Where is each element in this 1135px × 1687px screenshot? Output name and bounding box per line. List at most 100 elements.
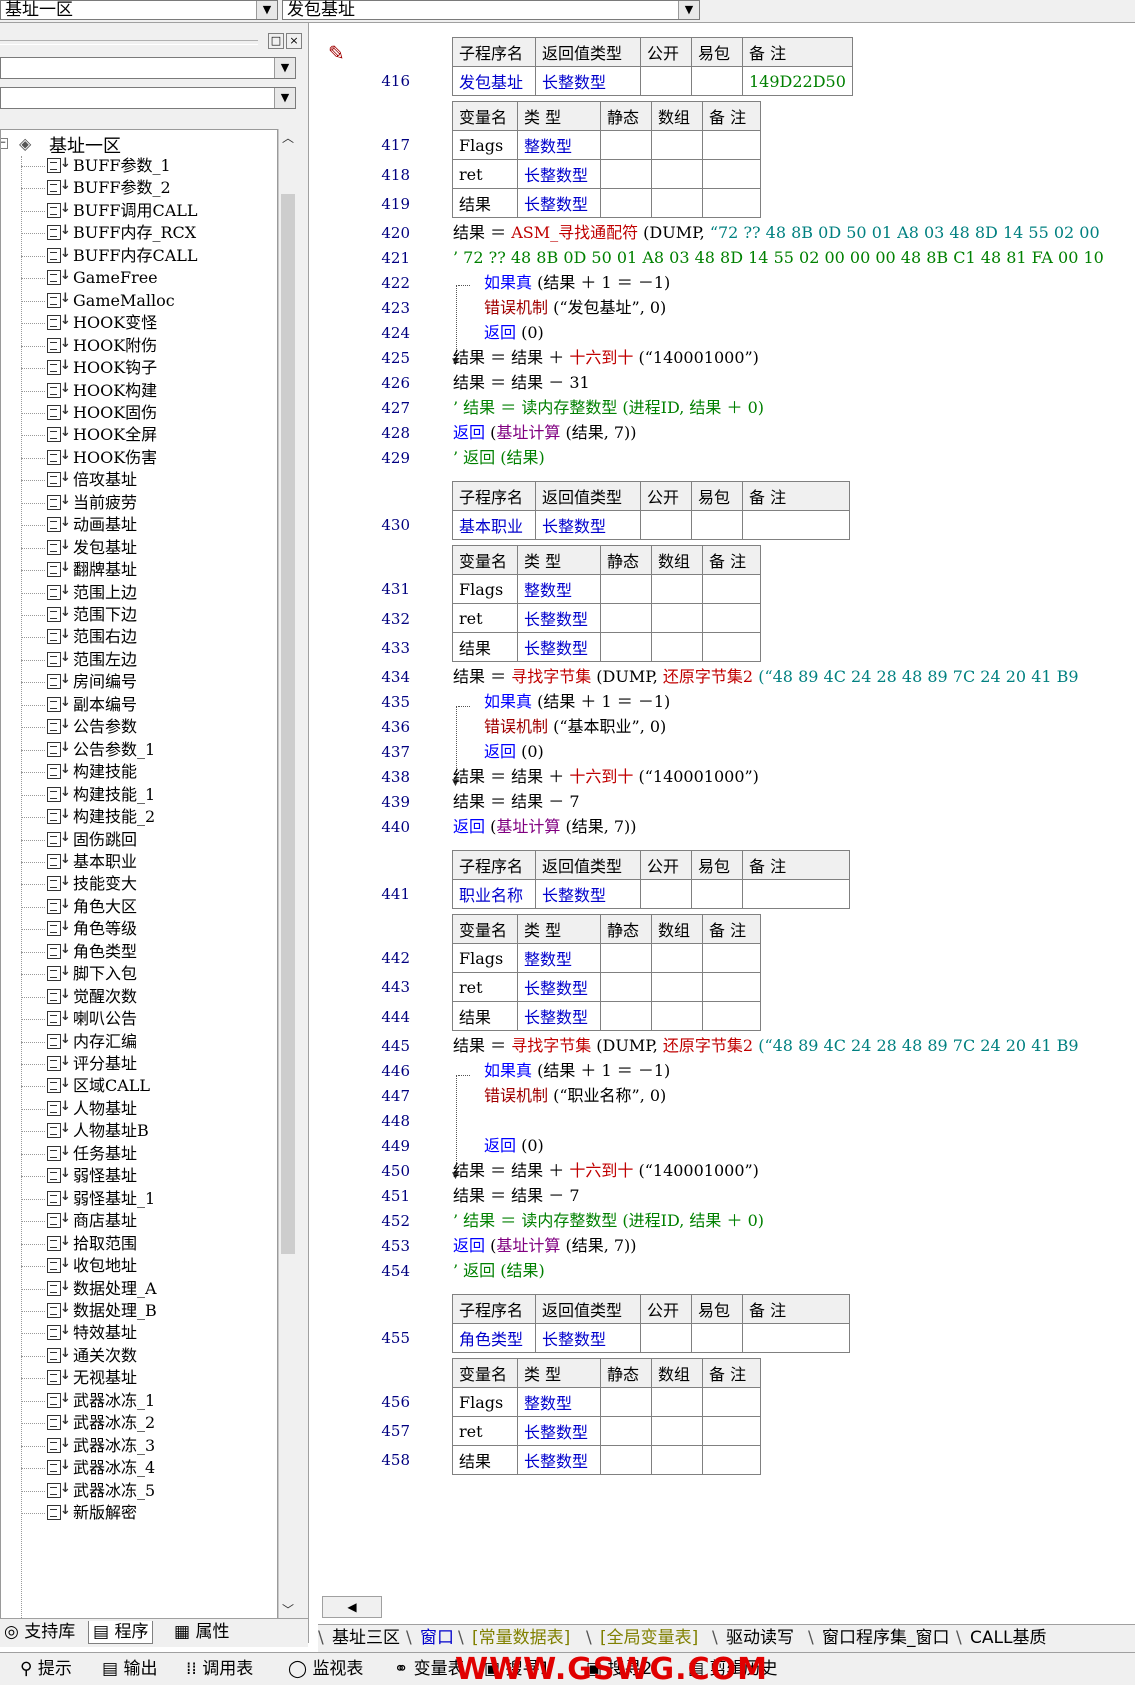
var-decl-table[interactable]: 变量名 类 型 静态 数组 备 注 Flags 整数型 ret 长整数型 结果 长整数…: [452, 1358, 761, 1475]
var-type-cell[interactable]: 整数型: [517, 943, 601, 973]
code-line[interactable]: 如果真 (结果 ＋ 1 ＝ －1): [484, 1060, 670, 1082]
comment-line[interactable]: ’ 结果 ＝ 读内存整数型 (进程ID, 结果 ＋ 0): [453, 1210, 764, 1232]
scroll-down-icon[interactable]: ﹀: [279, 1601, 297, 1619]
sub-name-cell[interactable]: 基本职业: [452, 510, 536, 540]
close-icon[interactable]: ×: [286, 33, 302, 49]
sub-type-cell[interactable]: 长整数型: [535, 66, 641, 96]
code-line[interactable]: 结果 ＝ 结果 ＋ 十六到十 (“140001000”): [453, 1160, 759, 1182]
filter-combo-2[interactable]: ▼: [0, 87, 296, 109]
var-decl-table[interactable]: 变量名 类 型 静态 数组 备 注 Flags 整数型 ret 长整数型 结果 长整数…: [452, 914, 761, 1031]
code-line[interactable]: 错误机制 (“职业名称”, 0): [484, 1085, 666, 1107]
var-name-cell[interactable]: ret: [452, 972, 518, 1002]
var-name-cell[interactable]: 结果: [452, 188, 518, 218]
tab-globals[interactable]: [全局变量表]: [586, 1627, 704, 1649]
code-line[interactable]: 返回 (0): [484, 741, 544, 763]
collapse-icon[interactable]: −: [1, 138, 8, 149]
tab-hint[interactable]: ⚲ 提示: [14, 1658, 78, 1680]
var-type-cell[interactable]: 整数型: [517, 130, 601, 160]
tab-output[interactable]: ▤ 输出: [96, 1658, 163, 1680]
scroll-thumb[interactable]: [281, 194, 295, 1254]
object-combo[interactable]: 基址一区 ▼: [0, 0, 278, 20]
sub-note-cell[interactable]: 149D22D50: [742, 66, 853, 96]
chevron-down-icon[interactable]: ▼: [678, 1, 699, 19]
chevron-down-icon[interactable]: ▼: [274, 88, 295, 108]
code-line[interactable]: 结果 ＝ 结果 － 7: [453, 791, 580, 813]
tab-base-zone-3[interactable]: 基址三区: [318, 1627, 406, 1649]
code-line[interactable]: 如果真 (结果 ＋ 1 ＝ －1): [484, 272, 670, 294]
comment-line[interactable]: ’ 返回 (结果): [453, 1260, 545, 1282]
tab-properties[interactable]: ▦ 属性: [170, 1621, 233, 1643]
pin-icon[interactable]: □: [268, 33, 284, 49]
tree-scrollbar[interactable]: ︿ ﹀: [278, 129, 297, 1619]
code-editor[interactable]: ✎ 子程序名 返回值类型 公开 易包 备 注 发包基址 长整数型 149D22D…: [318, 23, 1135, 1603]
var-name-cell[interactable]: 结果: [452, 1001, 518, 1031]
var-name-cell[interactable]: Flags: [452, 130, 518, 160]
code-line[interactable]: 返回 (0): [484, 322, 544, 344]
tab-window[interactable]: 窗口: [406, 1627, 460, 1649]
var-type-cell[interactable]: 长整数型: [517, 1445, 601, 1475]
tab-program[interactable]: ▤ 程序: [88, 1621, 154, 1644]
var-type-cell[interactable]: 整数型: [517, 1387, 601, 1417]
var-type-cell[interactable]: 长整数型: [517, 972, 601, 1002]
panel-grip[interactable]: [0, 40, 258, 45]
sub-decl-table[interactable]: 子程序名 返回值类型 公开 易包 备 注 职业名称 长整数型: [452, 850, 850, 909]
var-name-cell[interactable]: Flags: [452, 574, 518, 604]
tab-driver-rw[interactable]: 驱动读写: [712, 1627, 800, 1649]
subroutine-combo[interactable]: 发包基址 ▼: [282, 0, 700, 20]
sub-type-cell[interactable]: 长整数型: [535, 1323, 641, 1353]
code-line[interactable]: 结果 ＝ 寻找字节集 (DUMP, 还原字节集2 (“48 89 4C 24 2…: [453, 1035, 1079, 1057]
chevron-down-icon[interactable]: ▼: [274, 58, 295, 78]
code-line[interactable]: 错误机制 (“发包基址”, 0): [484, 297, 666, 319]
tab-support-library[interactable]: ◎ 支持库: [0, 1621, 79, 1643]
sub-type-cell[interactable]: 长整数型: [535, 879, 641, 909]
var-name-cell[interactable]: Flags: [452, 943, 518, 973]
code-line[interactable]: 返回 (基址计算 (结果, 7)): [453, 816, 637, 838]
code-line[interactable]: 返回 (基址计算 (结果, 7)): [453, 1235, 637, 1257]
comment-line[interactable]: ’ 72 ?? 48 8B 0D 50 01 A8 03 48 8D 14 55…: [453, 247, 1104, 269]
sub-name-cell[interactable]: 角色类型: [452, 1323, 536, 1353]
sub-name-cell[interactable]: 职业名称: [452, 879, 536, 909]
comment-line[interactable]: ’ 结果 ＝ 读内存整数型 (进程ID, 结果 ＋ 0): [453, 397, 764, 419]
var-type-cell[interactable]: 整数型: [517, 574, 601, 604]
code-line[interactable]: 返回 (基址计算 (结果, 7)): [453, 422, 637, 444]
sub-decl-table[interactable]: 子程序名 返回值类型 公开 易包 备 注 角色类型 长整数型: [452, 1294, 850, 1353]
code-line[interactable]: 如果真 (结果 ＋ 1 ＝ －1): [484, 691, 670, 713]
code-line[interactable]: 结果 ＝ 结果 － 7: [453, 1185, 580, 1207]
filter-combo-1[interactable]: ▼: [0, 57, 296, 79]
code-line[interactable]: 结果 ＝ 寻找字节集 (DUMP, 还原字节集2 (“48 89 4C 24 2…: [453, 666, 1079, 688]
var-name-cell[interactable]: 结果: [452, 632, 518, 662]
scroll-left-icon[interactable]: ◀: [322, 1596, 382, 1618]
program-tree[interactable]: − ◈ 基址一区 ↓BUFF参数_1↓BUFF参数_2↓BUFF调用CALL↓B…: [0, 129, 278, 1619]
var-decl-table[interactable]: 变量名 类 型 静态 数组 备 注 Flags 整数型 ret 长整数型 结果 长整数…: [452, 545, 761, 662]
tab-watch[interactable]: ◯ 监视表: [282, 1658, 369, 1680]
sub-decl-table[interactable]: 子程序名 返回值类型 公开 易包 备 注 发包基址 长整数型 149D22D50: [452, 37, 853, 96]
tab-call-base[interactable]: CALL基质: [956, 1627, 1052, 1649]
var-name-cell[interactable]: Flags: [452, 1387, 518, 1417]
var-type-cell[interactable]: 长整数型: [517, 603, 601, 633]
var-type-cell[interactable]: 长整数型: [517, 1416, 601, 1446]
var-name-cell[interactable]: ret: [452, 603, 518, 633]
scroll-up-icon[interactable]: ︿: [279, 129, 297, 147]
code-line[interactable]: 结果 ＝ 结果 － 31: [453, 372, 590, 394]
var-type-cell[interactable]: 长整数型: [517, 632, 601, 662]
tab-constants[interactable]: [常量数据表]: [458, 1627, 576, 1649]
sub-name-cell[interactable]: 发包基址: [452, 66, 536, 96]
var-name-cell[interactable]: ret: [452, 1416, 518, 1446]
sub-pack-cell[interactable]: [691, 66, 743, 96]
code-line[interactable]: 结果 ＝ 结果 ＋ 十六到十 (“140001000”): [453, 766, 759, 788]
var-type-cell[interactable]: 长整数型: [517, 159, 601, 189]
var-type-cell[interactable]: 长整数型: [517, 188, 601, 218]
var-name-cell[interactable]: ret: [452, 159, 518, 189]
tab-call-table[interactable]: ⁞⁞ 调用表: [180, 1658, 259, 1680]
chevron-down-icon[interactable]: ▼: [256, 1, 277, 19]
comment-line[interactable]: ’ 返回 (结果): [453, 447, 545, 469]
code-line[interactable]: 错误机制 (“基本职业”, 0): [484, 716, 666, 738]
code-line[interactable]: 结果 ＝ ASM_寻找通配符 (DUMP, “72 ?? 48 8B 0D 50…: [453, 222, 1100, 244]
sub-type-cell[interactable]: 长整数型: [535, 510, 641, 540]
code-line[interactable]: 返回 (0): [484, 1135, 544, 1157]
tab-window-assembly[interactable]: 窗口程序集_窗口: [808, 1627, 956, 1649]
sub-decl-table[interactable]: 子程序名 返回值类型 公开 易包 备 注 基本职业 长整数型: [452, 481, 850, 540]
sub-public-cell[interactable]: [640, 66, 692, 96]
code-line[interactable]: 结果 ＝ 结果 ＋ 十六到十 (“140001000”): [453, 347, 759, 369]
var-name-cell[interactable]: 结果: [452, 1445, 518, 1475]
